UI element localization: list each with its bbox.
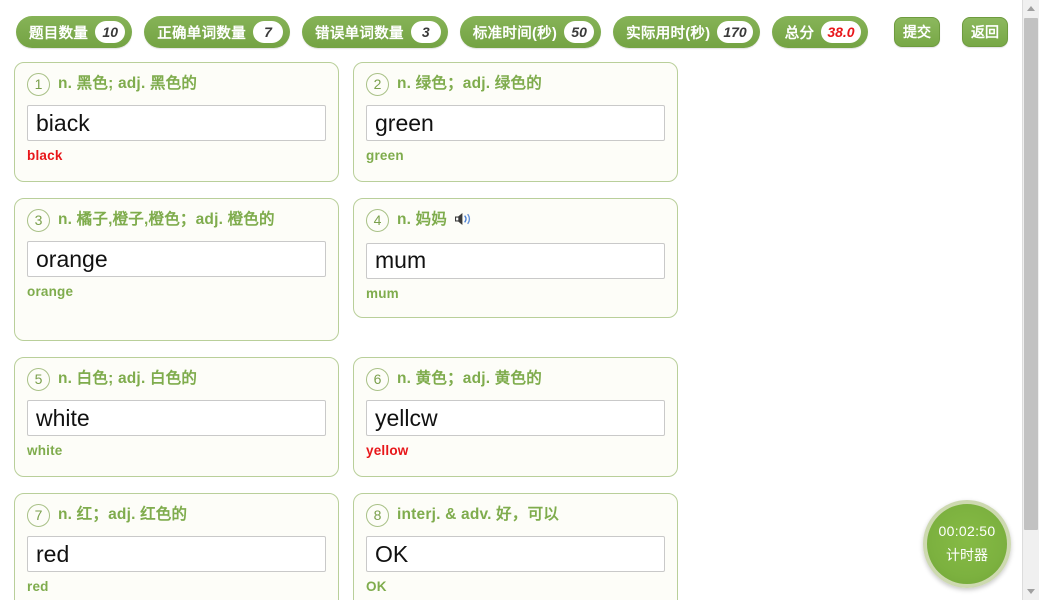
stat-badge-label: 标准时间(秒) bbox=[472, 25, 558, 42]
definition-text: n. 妈妈 bbox=[397, 211, 448, 228]
correct-answer: red bbox=[27, 579, 49, 594]
answer-input[interactable] bbox=[366, 105, 665, 141]
question-header: 6 n. 黄色；adj. 黄色的 bbox=[366, 367, 665, 391]
stat-badge-value: 170 bbox=[717, 21, 753, 43]
stat-badge-value: 3 bbox=[410, 21, 441, 43]
question-card: 3 n. 橘子,橙子,橙色；adj. 橙色的 orange bbox=[14, 198, 339, 341]
question-header: 3 n. 橘子,橙子,橙色；adj. 橙色的 bbox=[27, 208, 326, 232]
question-card: 4 n. 妈妈 mum bbox=[353, 198, 678, 318]
question-card-wrapper: 4 n. 妈妈 mum bbox=[353, 198, 692, 357]
submit-button[interactable]: 提交 bbox=[894, 17, 940, 47]
question-definition: n. 黑色; adj. 黑色的 bbox=[58, 72, 197, 95]
definition-text: n. 黑色; adj. 黑色的 bbox=[58, 75, 198, 92]
stat-badge-value: 7 bbox=[253, 21, 284, 43]
question-grid: 1 n. 黑色; adj. 黑色的 black 2 n. 绿色；adj. 绿色的 gree… bbox=[0, 58, 1022, 600]
correct-answer: OK bbox=[366, 579, 387, 594]
question-header: 2 n. 绿色；adj. 绿色的 bbox=[366, 72, 665, 96]
scroll-down-arrow-icon[interactable] bbox=[1023, 583, 1039, 600]
question-card: 5 n. 白色; adj. 白色的 white bbox=[14, 357, 339, 477]
question-definition: n. 橘子,橙子,橙色；adj. 橙色的 bbox=[58, 208, 275, 231]
correct-answer: black bbox=[27, 148, 63, 163]
question-card-wrapper: 5 n. 白色; adj. 白色的 white bbox=[14, 357, 353, 493]
scroll-up-arrow-icon[interactable] bbox=[1023, 0, 1039, 17]
back-button[interactable]: 返回 bbox=[962, 17, 1008, 47]
question-card: 6 n. 黄色；adj. 黄色的 yellow bbox=[353, 357, 678, 477]
question-number: 6 bbox=[366, 368, 389, 391]
question-card-wrapper: 7 n. 红；adj. 红色的 red bbox=[14, 493, 353, 600]
timer-widget[interactable]: 00:02:50 计时器 bbox=[923, 500, 1011, 588]
definition-text: n. 红；adj. 红色的 bbox=[58, 506, 188, 523]
question-card-wrapper: 8 interj. & adv. 好，可以 OK bbox=[353, 493, 692, 600]
definition-text: interj. & adv. 好，可以 bbox=[397, 506, 559, 523]
question-card-wrapper: 3 n. 橘子,橙子,橙色；adj. 橙色的 orange bbox=[14, 198, 353, 357]
answer-input[interactable] bbox=[27, 400, 326, 436]
stat-badge: 错误单词数量 3 bbox=[302, 16, 448, 48]
stat-badge: 实际用时(秒) 170 bbox=[613, 16, 760, 48]
stat-badge-value: 38.0 bbox=[821, 21, 861, 43]
answer-input[interactable] bbox=[27, 105, 326, 141]
scrollbar-thumb[interactable] bbox=[1024, 18, 1038, 530]
question-definition: n. 绿色；adj. 绿色的 bbox=[397, 72, 542, 95]
question-definition: n. 黄色；adj. 黄色的 bbox=[397, 367, 542, 390]
stat-badge: 标准时间(秒) 50 bbox=[459, 16, 602, 48]
question-number: 1 bbox=[27, 73, 50, 96]
speaker-icon[interactable] bbox=[453, 211, 473, 234]
answer-input[interactable] bbox=[27, 536, 326, 572]
question-card-wrapper: 6 n. 黄色；adj. 黄色的 yellow bbox=[353, 357, 692, 493]
definition-text: n. 白色; adj. 白色的 bbox=[58, 370, 198, 387]
question-definition: n. 红；adj. 红色的 bbox=[58, 503, 187, 526]
summary-header: 题目数量 10 正确单词数量 7 错误单词数量 3 标准时间(秒) 50 实际用时(秒) 170 总… bbox=[0, 0, 1022, 58]
question-header: 1 n. 黑色; adj. 黑色的 bbox=[27, 72, 326, 96]
stat-badge: 正确单词数量 7 bbox=[144, 16, 291, 48]
timer-time: 00:02:50 bbox=[938, 523, 996, 539]
stat-badge: 题目数量 10 bbox=[16, 16, 133, 48]
question-definition: interj. & adv. 好，可以 bbox=[397, 503, 559, 526]
question-number: 2 bbox=[366, 73, 389, 96]
correct-answer: white bbox=[27, 443, 63, 458]
question-definition: n. 白色; adj. 白色的 bbox=[58, 367, 197, 390]
question-card: 8 interj. & adv. 好，可以 OK bbox=[353, 493, 678, 600]
question-number: 4 bbox=[366, 209, 389, 232]
answer-input[interactable] bbox=[366, 400, 665, 436]
question-header: 8 interj. & adv. 好，可以 bbox=[366, 503, 665, 527]
question-header: 7 n. 红；adj. 红色的 bbox=[27, 503, 326, 527]
stats-badges: 题目数量 10 正确单词数量 7 错误单词数量 3 标准时间(秒) 50 实际用时(秒) 170 总… bbox=[16, 16, 868, 48]
stat-badge-value: 50 bbox=[564, 21, 595, 43]
stat-badge-label: 实际用时(秒) bbox=[626, 25, 711, 42]
stat-badge: 总分 38.0 bbox=[771, 16, 868, 48]
stat-badge-label: 题目数量 bbox=[29, 25, 89, 42]
timer-label: 计时器 bbox=[946, 547, 988, 563]
answer-input[interactable] bbox=[366, 536, 665, 572]
correct-answer: green bbox=[366, 148, 404, 163]
question-card: 2 n. 绿色；adj. 绿色的 green bbox=[353, 62, 678, 182]
question-number: 5 bbox=[27, 368, 50, 391]
question-header: 5 n. 白色; adj. 白色的 bbox=[27, 367, 326, 391]
question-card-wrapper: 2 n. 绿色；adj. 绿色的 green bbox=[353, 62, 692, 198]
stat-badge-label: 错误单词数量 bbox=[315, 25, 404, 42]
question-number: 7 bbox=[27, 504, 50, 527]
app-root: 题目数量 10 正确单词数量 7 错误单词数量 3 标准时间(秒) 50 实际用时(秒) 170 总… bbox=[0, 0, 1039, 600]
stat-badge-label: 总分 bbox=[784, 25, 815, 42]
question-card: 7 n. 红；adj. 红色的 red bbox=[14, 493, 339, 600]
correct-answer: yellow bbox=[366, 443, 409, 458]
question-number: 8 bbox=[366, 504, 389, 527]
definition-text: n. 黄色；adj. 黄色的 bbox=[397, 370, 542, 387]
stat-badge-label: 正确单词数量 bbox=[157, 25, 247, 42]
definition-text: n. 橘子,橙子,橙色；adj. 橙色的 bbox=[58, 211, 275, 228]
content-viewport: 题目数量 10 正确单词数量 7 错误单词数量 3 标准时间(秒) 50 实际用时(秒) 170 总… bbox=[0, 0, 1022, 600]
answer-input[interactable] bbox=[27, 241, 326, 277]
answer-input[interactable] bbox=[366, 242, 665, 279]
question-card: 1 n. 黑色; adj. 黑色的 black bbox=[14, 62, 339, 182]
definition-text: n. 绿色；adj. 绿色的 bbox=[397, 75, 542, 92]
question-header: 4 n. 妈妈 bbox=[366, 208, 665, 234]
correct-answer: orange bbox=[27, 284, 74, 299]
question-number: 3 bbox=[27, 209, 50, 232]
correct-answer: mum bbox=[366, 285, 399, 301]
stat-badge-value: 10 bbox=[95, 21, 126, 43]
question-definition: n. 妈妈 bbox=[397, 208, 473, 234]
vertical-scrollbar[interactable] bbox=[1022, 0, 1039, 600]
question-card-wrapper: 1 n. 黑色; adj. 黑色的 black bbox=[14, 62, 353, 198]
